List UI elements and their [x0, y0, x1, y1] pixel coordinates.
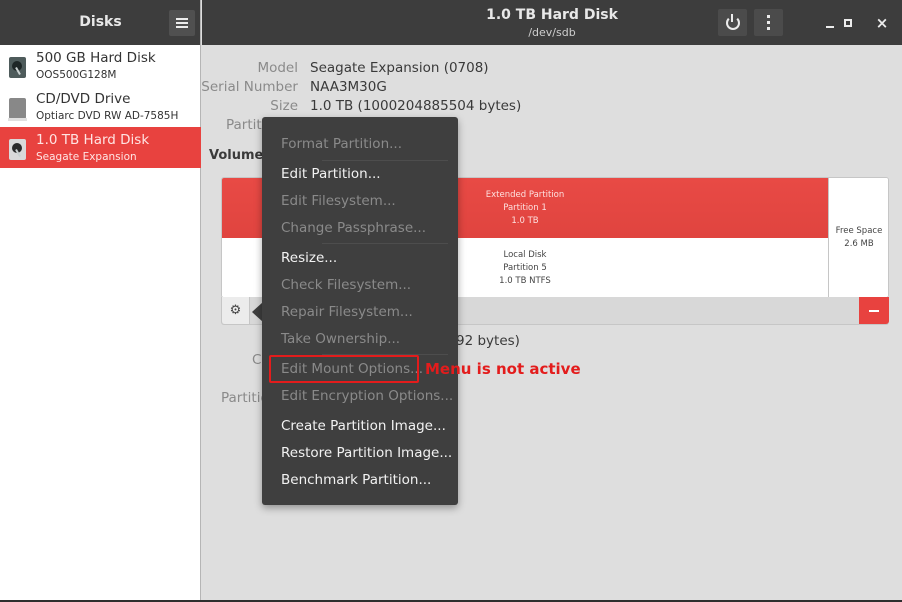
menu-item-resize[interactable]: Resize... [281, 250, 337, 266]
disk-name: 1.0 TB Hard Disk [36, 132, 150, 148]
menu-item-edit-filesystem[interactable]: Edit Filesystem... [281, 193, 396, 209]
drive-options-button[interactable] [754, 9, 783, 36]
delete-partition-button[interactable] [859, 297, 889, 324]
serial-value: NAA3M30G [310, 79, 387, 95]
menu-item-restore-partition-image[interactable]: Restore Partition Image... [281, 445, 452, 461]
menu-item-create-partition-image[interactable]: Create Partition Image... [281, 418, 446, 434]
gears-icon: ⚙ [229, 303, 242, 318]
optical-drive-icon [8, 98, 27, 121]
hard-disk-icon [9, 57, 26, 78]
menu-item-check-filesystem[interactable]: Check Filesystem... [281, 277, 411, 293]
maximize-icon [844, 19, 852, 27]
partial-size-value: 92 bytes) [456, 333, 520, 349]
volume-free-space[interactable]: Free Space 2.6 MB [828, 178, 888, 297]
sidebar-header: Disks [0, 0, 200, 45]
hamburger-icon [176, 18, 188, 28]
sidebar: Disks 500 GB Hard Disk OOS500G128M CD/DV… [0, 0, 201, 600]
disk-item-500gb[interactable]: 500 GB Hard Disk OOS500G128M [0, 45, 201, 86]
partition-context-menu: Format Partition... Edit Partition... Ed… [262, 117, 458, 505]
size-label: Size [270, 98, 298, 114]
menu-item-repair-filesystem[interactable]: Repair Filesystem... [281, 304, 413, 320]
close-button[interactable]: × [873, 14, 891, 32]
minimize-icon [826, 26, 834, 28]
disk-name: CD/DVD Drive [36, 91, 131, 107]
disk-item-1tb[interactable]: 1.0 TB Hard Disk Seagate Expansion [0, 127, 201, 168]
disk-subtitle: Seagate Expansion [36, 151, 137, 163]
menu-separator [322, 243, 448, 244]
volume-size: 1.0 TB NTFS [499, 275, 551, 286]
volume-size: 2.6 MB [844, 239, 874, 249]
disk-subtitle: OOS500G128M [36, 69, 117, 81]
app-menu-button[interactable] [169, 10, 195, 36]
menu-item-change-passphrase[interactable]: Change Passphrase... [281, 220, 426, 236]
disk-name: 500 GB Hard Disk [36, 50, 156, 66]
disk-item-cd-dvd[interactable]: CD/DVD Drive Optiarc DVD RW AD-7585H [0, 86, 201, 127]
model-value: Seagate Expansion (0708) [310, 60, 489, 76]
disk-subtitle: Optiarc DVD RW AD-7585H [36, 110, 179, 122]
volume-partition: Partition 1 [503, 202, 547, 213]
minus-icon [869, 309, 879, 312]
close-icon: × [875, 14, 889, 32]
annotation-label: Menu is not active [425, 360, 581, 378]
device-path: /dev/sdb [528, 26, 576, 39]
serial-label: Serial Number [201, 79, 298, 95]
annotation-highlight-box [269, 355, 419, 383]
partitioning-label: Partiti [226, 117, 266, 133]
volume-name: Extended Partition [485, 189, 565, 200]
menu-item-edit-encryption-options[interactable]: Edit Encryption Options... [281, 388, 453, 404]
volume-partition: Partition 5 [503, 262, 547, 273]
power-off-button[interactable] [718, 9, 747, 36]
maximize-button[interactable] [839, 14, 857, 32]
power-icon [725, 13, 740, 30]
menu-item-take-ownership[interactable]: Take Ownership... [281, 331, 400, 347]
volume-name: Local Disk [503, 249, 547, 260]
volume-size: 1.0 TB [511, 215, 539, 226]
model-label: Model [257, 60, 298, 76]
disk-title: 1.0 TB Hard Disk [486, 7, 618, 23]
menu-item-benchmark-partition[interactable]: Benchmark Partition... [281, 472, 431, 488]
size-value: 1.0 TB (1000204885504 bytes) [310, 98, 522, 114]
kebab-menu-icon [767, 15, 770, 30]
menu-item-edit-partition[interactable]: Edit Partition... [281, 166, 381, 182]
volume-name: Free Space [835, 226, 883, 236]
menu-separator [322, 160, 448, 161]
header-bar: 1.0 TB Hard Disk /dev/sdb × [202, 0, 902, 45]
menu-item-format-partition[interactable]: Format Partition... [281, 136, 402, 152]
minimize-button[interactable] [821, 14, 839, 32]
hard-disk-icon [9, 139, 26, 160]
partition-options-button[interactable]: ⚙ [222, 297, 250, 324]
gnome-disks-window: Disks 500 GB Hard Disk OOS500G128M CD/DV… [0, 0, 902, 602]
